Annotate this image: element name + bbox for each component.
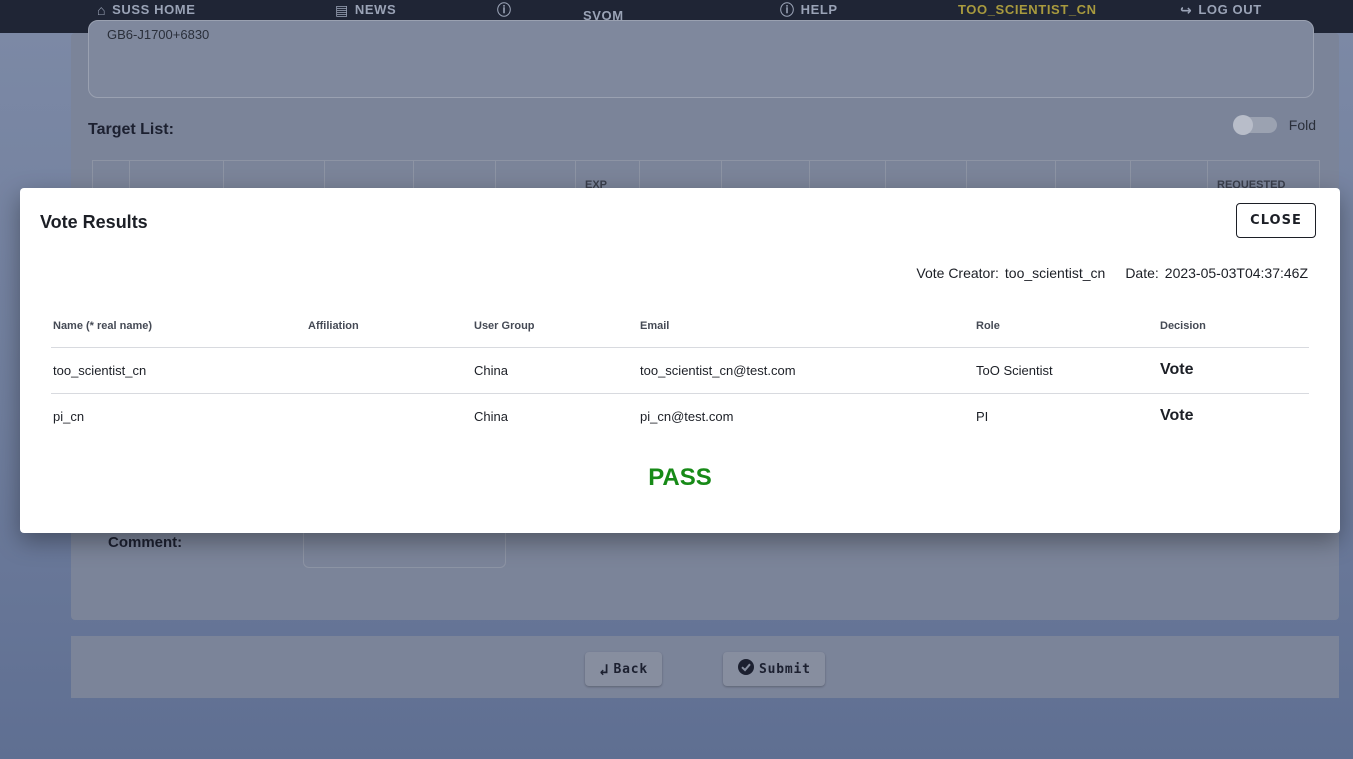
- logout-icon: ↪: [1180, 2, 1193, 18]
- fold-toggle-group[interactable]: Fold: [1232, 115, 1316, 135]
- column-header-email: Email: [638, 306, 974, 348]
- cell-decision: Vote: [1158, 347, 1309, 394]
- dialog-title: Vote Results: [40, 212, 148, 232]
- news-icon: ▤: [335, 2, 349, 18]
- column-header-affiliation: Affiliation: [306, 306, 472, 348]
- cell-decision: Vote: [1160, 407, 1194, 425]
- vote-creator-label: Vote Creator:: [916, 265, 999, 281]
- nav-label: HELP: [800, 2, 838, 17]
- help-circle-icon: ⓘ: [780, 2, 795, 18]
- cell-user-group: China: [474, 408, 508, 424]
- help-circle-icon: ⓘ: [497, 2, 512, 18]
- vote-result-status: PASS: [648, 464, 712, 491]
- table-header-row: Name (* real name) Affiliation User Grou…: [51, 306, 1309, 348]
- column-header-name: Name (* real name): [51, 306, 306, 348]
- submit-button[interactable]: Submit: [723, 652, 825, 686]
- column-header-role: Role: [974, 306, 1158, 348]
- comment-label: Comment:: [108, 534, 183, 551]
- cell-name: too_scientist_cn: [51, 347, 306, 394]
- fold-toggle[interactable]: [1232, 115, 1277, 135]
- table-row: pi_cn China pi_cn@test.com PI Vote: [51, 393, 1309, 439]
- action-bar: [71, 636, 1339, 698]
- cell-affiliation: [306, 347, 472, 394]
- table-row: too_scientist_cn China too_scientist_cn@…: [51, 347, 1309, 394]
- cell-user-group: China: [472, 347, 638, 394]
- vote-creator-value: too_scientist_cn: [1004, 265, 1106, 281]
- votes-table: Name (* real name) Affiliation User Grou…: [51, 306, 1309, 439]
- target-table-header: EXP REQUESTED: [92, 160, 1320, 191]
- nav-label: NEWS: [354, 2, 397, 17]
- cell-email: pi_cn@test.com: [640, 408, 734, 424]
- textarea-value: GB6-J1700+6830: [107, 27, 210, 42]
- check-circle-icon: [737, 658, 755, 680]
- nav-label: SUSS HOME: [112, 2, 196, 17]
- nav-label: LOG OUT: [1198, 2, 1262, 17]
- column-header-decision: Decision: [1158, 306, 1309, 348]
- vote-results-dialog: Vote Results CLOSE Vote Creator: too_sci…: [20, 188, 1340, 533]
- date-value: 2023-05-03T04:37:46Z: [1164, 265, 1308, 281]
- back-label: Back: [613, 661, 648, 677]
- back-button[interactable]: ↲ Back: [585, 652, 662, 686]
- submit-label: Submit: [759, 661, 811, 677]
- comment-input[interactable]: [303, 532, 506, 568]
- cell-affiliation: [306, 393, 472, 439]
- back-arrow-icon: ↲: [599, 659, 610, 679]
- nav-label: TOO_SCIENTIST_CN: [958, 2, 1097, 17]
- close-button[interactable]: CLOSE: [1236, 203, 1316, 238]
- target-textarea[interactable]: GB6-J1700+6830: [88, 20, 1314, 98]
- cell-role: PI: [976, 408, 989, 424]
- vote-meta: Vote Creator: too_scientist_cn Date: 202…: [916, 265, 1308, 281]
- date-label: Date:: [1125, 265, 1159, 281]
- home-icon: ⌂: [97, 2, 107, 18]
- cell-role: ToO Scientist: [974, 347, 1158, 394]
- cell-email: too_scientist_cn@test.com: [638, 347, 974, 394]
- column-header-user-group: User Group: [472, 306, 638, 348]
- cell-name: pi_cn: [53, 408, 85, 424]
- target-list-label: Target List:: [88, 121, 174, 138]
- fold-label: Fold: [1288, 117, 1316, 133]
